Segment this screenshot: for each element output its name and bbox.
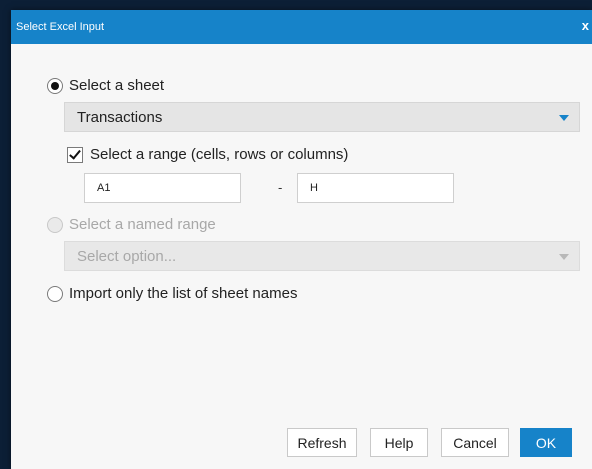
help-button[interactable]: Help bbox=[370, 428, 428, 457]
sheet-dropdown[interactable]: Transactions bbox=[64, 102, 580, 132]
range-end-input[interactable] bbox=[297, 173, 454, 203]
select-sheet-radio[interactable] bbox=[47, 77, 63, 94]
select-excel-input-dialog: Select Excel Input x Select a sheet Tran… bbox=[11, 10, 592, 469]
range-start-input[interactable] bbox=[84, 173, 241, 203]
select-named-range-label: Select a named range bbox=[69, 216, 216, 233]
select-range-option[interactable]: Select a range (cells, rows or columns) bbox=[67, 146, 348, 163]
refresh-button[interactable]: Refresh bbox=[287, 428, 357, 457]
cancel-button[interactable]: Cancel bbox=[441, 428, 509, 457]
close-icon[interactable]: x bbox=[582, 18, 589, 33]
select-sheet-option[interactable]: Select a sheet bbox=[47, 77, 164, 94]
sheet-dropdown-value: Transactions bbox=[77, 108, 163, 126]
named-range-dropdown-placeholder: Select option... bbox=[77, 247, 177, 265]
select-range-label: Select a range (cells, rows or columns) bbox=[90, 146, 349, 163]
named-range-dropdown: Select option... bbox=[64, 241, 580, 271]
import-sheet-names-label: Import only the list of sheet names bbox=[69, 285, 298, 302]
dialog-title: Select Excel Input bbox=[16, 21, 105, 33]
select-sheet-label: Select a sheet bbox=[69, 77, 165, 94]
dialog-titlebar: Select Excel Input x bbox=[11, 10, 592, 44]
chevron-down-icon bbox=[559, 115, 569, 121]
range-separator: - bbox=[278, 180, 283, 195]
select-named-range-option: Select a named range bbox=[47, 216, 216, 233]
select-range-checkbox[interactable] bbox=[67, 146, 83, 163]
ok-button[interactable]: OK bbox=[520, 428, 572, 457]
select-named-range-radio bbox=[47, 216, 63, 233]
import-sheet-names-radio[interactable] bbox=[47, 285, 63, 302]
import-sheet-names-option[interactable]: Import only the list of sheet names bbox=[47, 285, 297, 302]
chevron-down-icon bbox=[559, 254, 569, 260]
